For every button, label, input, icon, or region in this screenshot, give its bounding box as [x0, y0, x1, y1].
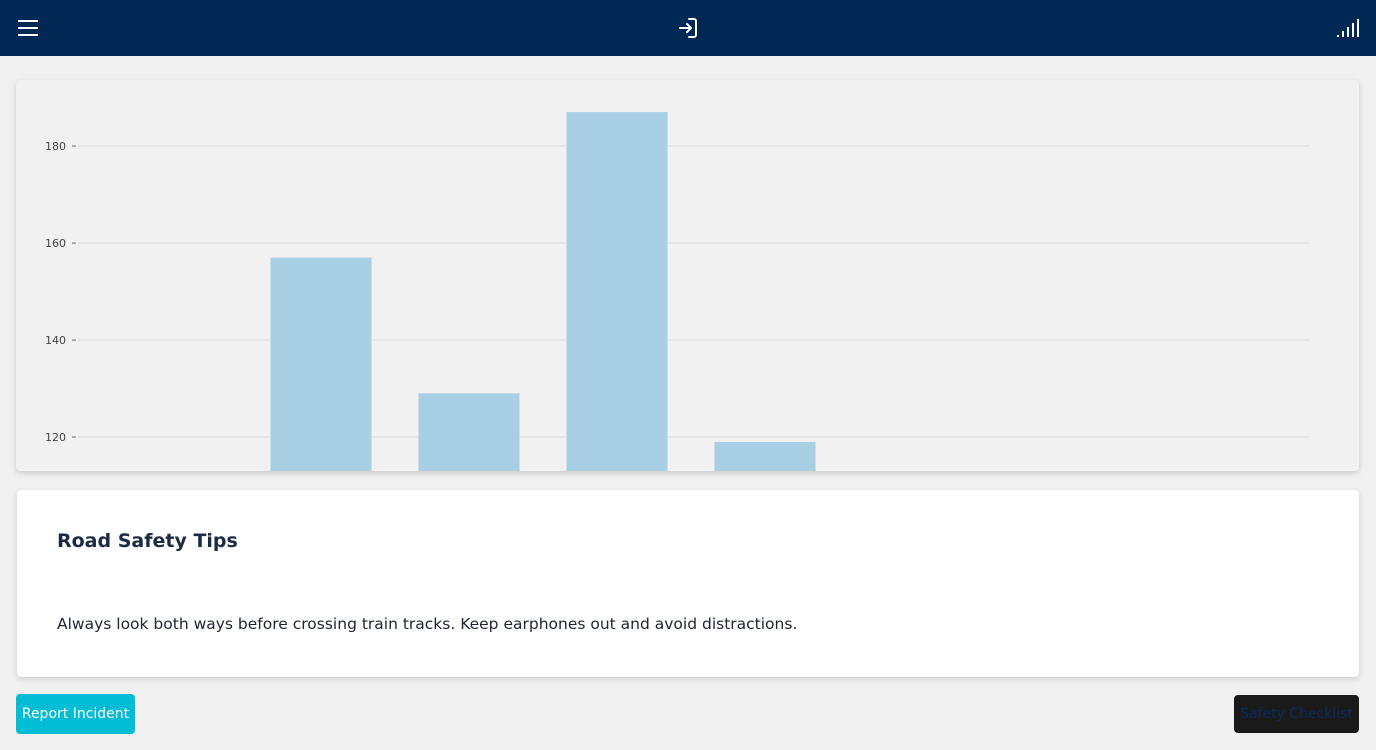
y-tick-label: 140: [45, 334, 66, 347]
chart-bar[interactable]: [418, 393, 520, 471]
hamburger-menu-icon: [18, 20, 38, 36]
safety-checklist-button[interactable]: Safety Checklist: [1234, 695, 1359, 733]
tips-title: Road Safety Tips: [57, 530, 238, 552]
report-incident-button[interactable]: Report Incident: [16, 694, 135, 734]
road-safety-tips-card: Road Safety Tips Always look both ways b…: [17, 490, 1359, 677]
chart-bar[interactable]: [714, 441, 816, 471]
incident-bar-chart: 120 140 160 180: [45, 112, 1309, 471]
chart-bar[interactable]: [566, 112, 668, 471]
y-tick-label: 180: [45, 140, 66, 153]
tips-text: Always look both ways before crossing tr…: [57, 615, 798, 633]
y-tick-label: 120: [45, 431, 66, 444]
signal-strength-icon: [1337, 19, 1359, 37]
login-button[interactable]: [674, 14, 702, 42]
incident-chart-card: 120 140 160 180: [16, 80, 1359, 471]
top-app-bar: [0, 0, 1376, 56]
menu-button[interactable]: [14, 14, 42, 42]
y-tick-label: 160: [45, 237, 66, 250]
signal-status: [1333, 14, 1363, 42]
login-arrow-icon: [679, 18, 697, 38]
chart-bar[interactable]: [270, 257, 372, 471]
